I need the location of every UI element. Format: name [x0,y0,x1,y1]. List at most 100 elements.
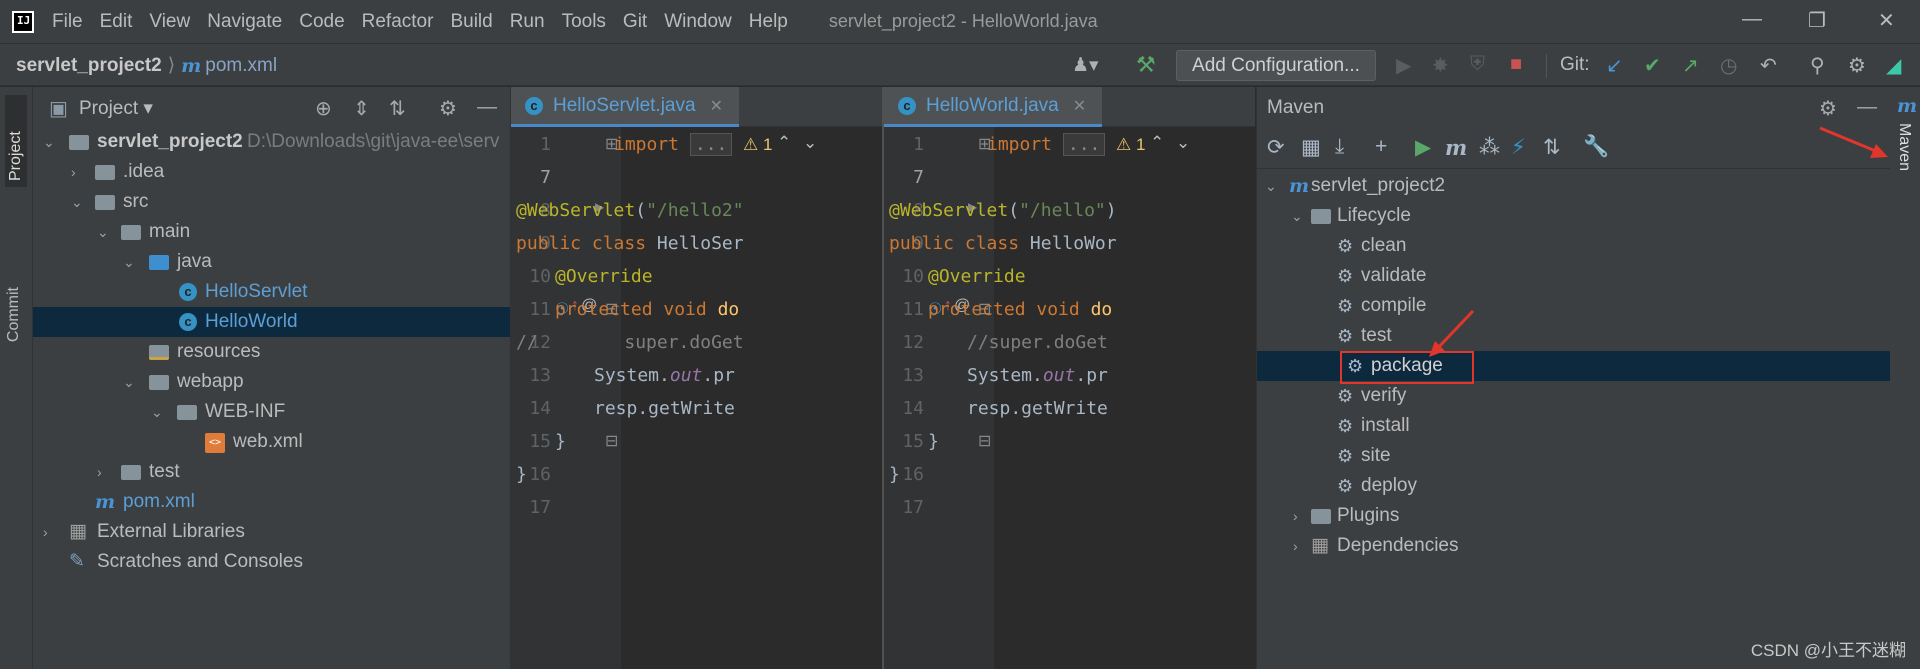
minimize-icon[interactable]: — [1742,8,1762,31]
stop-icon[interactable]: ■ [1510,53,1522,76]
tree-node-resources[interactable]: resources [33,337,510,367]
tree-node-scratches[interactable]: ✎ Scratches and Consoles [33,547,510,577]
menu-view[interactable]: View [149,11,190,33]
user-dropdown-icon[interactable]: ♟▾ [1072,54,1099,77]
chevron-right-icon[interactable]: › [97,457,102,487]
tree-node-helloworld[interactable]: c HelloWorld [33,307,510,337]
tree-node-test[interactable]: › test [33,457,510,487]
reload-icon[interactable]: ⟳ [1267,135,1285,160]
restore-icon[interactable]: ❐ [1808,8,1826,33]
chevron-right-icon[interactable]: › [71,157,76,187]
maven-project-node[interactable]: ⌄ m servlet_project2 [1257,171,1891,201]
folded-imports[interactable]: ... [1062,133,1106,156]
chevron-down-icon[interactable]: ⌄ [123,367,135,397]
tree-node-java[interactable]: ⌄ java [33,247,510,277]
chevron-down-icon[interactable]: ⌄ [1265,171,1277,201]
chevron-right-icon[interactable]: › [1293,501,1298,531]
settings-gear-icon[interactable]: ⚙ [1848,53,1866,78]
tab-helloservlet[interactable]: c HelloServlet.java ✕ [511,87,739,127]
maven-goal-site[interactable]: ⚙ site [1257,441,1891,471]
add-configuration-button[interactable]: Add Configuration... [1176,50,1376,81]
options-gear-icon[interactable]: ⚙ [439,96,457,121]
project-view-dropdown[interactable]: Project ▾ [79,97,153,120]
hide-panel-icon[interactable]: — [477,96,497,119]
maven-goal-deploy[interactable]: ⚙ deploy [1257,471,1891,501]
tree-node-webapp[interactable]: ⌄ webapp [33,367,510,397]
maven-goal-clean[interactable]: ⚙ clean [1257,231,1891,261]
maven-goal-test[interactable]: ⚙ test [1257,321,1891,351]
fold-marker-icon[interactable]: ⊟ [978,431,991,451]
next-highlight-icon[interactable]: ⌄ [803,133,817,153]
chevron-right-icon[interactable]: › [1293,531,1298,561]
maven-goal-validate[interactable]: ⚙ validate [1257,261,1891,291]
intellij-logo-icon[interactable]: IJ [12,10,34,33]
warning-indicator[interactable]: ⚠ 1 [1116,135,1145,155]
toggle-offline-icon[interactable]: ⁂ [1479,135,1500,160]
toolbox-icon[interactable]: ◢ [1886,53,1901,78]
build-hammer-icon[interactable]: ⚒ [1136,52,1156,78]
folded-imports[interactable]: ... [689,133,733,156]
debug-icon[interactable]: ✸ [1432,53,1449,78]
tree-node-servlet-project2[interactable]: ⌄ servlet_project2 D:\Downloads\git\java… [33,127,510,157]
add-project-icon[interactable]: + [1375,135,1387,159]
menu-file[interactable]: File [52,11,83,33]
menu-tools[interactable]: Tools [562,11,606,33]
run-icon[interactable]: ▶ [1396,53,1411,78]
menu-run[interactable]: Run [510,11,545,33]
commit-tool-tab[interactable]: Commit [5,287,23,342]
tree-node-idea[interactable]: › .idea [33,157,510,187]
skip-tests-icon[interactable]: ⚡ [1511,135,1526,160]
maven-goal-verify[interactable]: ⚙ verify [1257,381,1891,411]
tree-node-src[interactable]: ⌄ src [33,187,510,217]
close-tab-icon[interactable]: ✕ [710,96,723,116]
chevron-down-icon[interactable]: ⌄ [97,217,109,247]
locate-file-icon[interactable]: ⊕ [315,96,332,121]
rollback-icon[interactable]: ↶ [1760,53,1777,78]
tree-node-helloservlet[interactable]: c HelloServlet [33,277,510,307]
collapse-all-icon[interactable]: ⇅ [389,96,406,121]
tree-node-pom-xml[interactable]: m pom.xml [33,487,510,517]
chevron-down-icon[interactable]: ⌄ [123,247,135,277]
chevron-down-icon[interactable]: ⌄ [1291,201,1303,231]
maven-settings-wrench-icon[interactable]: 🔧 [1583,135,1609,159]
tab-helloworld[interactable]: c HelloWorld.java ✕ [884,87,1103,127]
menu-refactor[interactable]: Refactor [362,11,434,33]
options-gear-icon[interactable]: ⚙ [1819,96,1837,121]
fold-marker-icon[interactable]: ⊟ [605,431,618,451]
maven-lifecycle-node[interactable]: ⌄ Lifecycle [1257,201,1891,231]
chevron-down-icon[interactable]: ⌄ [71,187,83,217]
chevron-down-icon[interactable]: ⌄ [151,397,163,427]
hide-panel-icon[interactable]: — [1857,96,1877,119]
menu-edit[interactable]: Edit [100,11,133,33]
tree-node-external-libraries[interactable]: › ▦ External Libraries [33,517,510,547]
project-tool-tab[interactable]: Project [5,95,27,187]
next-highlight-icon[interactable]: ⌄ [1176,133,1190,153]
tree-node-main[interactable]: ⌄ main [33,217,510,247]
menu-code[interactable]: Code [299,11,344,33]
expand-all-icon[interactable]: ⇕ [353,96,370,121]
maven-goal-compile[interactable]: ⚙ compile [1257,291,1891,321]
breadcrumb-project[interactable]: servlet_project2 [16,55,162,77]
run-goal-icon[interactable]: ▶ [1415,135,1431,160]
previous-highlight-icon[interactable]: ⌃ [777,133,791,153]
menu-window[interactable]: Window [664,11,732,33]
editor-helloworld[interactable]: c HelloWorld.java ✕ 1 7 8 9 10 11 12 13 … [884,87,1255,669]
close-icon[interactable]: ✕ [1878,8,1895,33]
editor-helloservlet[interactable]: c HelloServlet.java ✕ 1 7 8 9 10 11 12 1… [511,87,882,669]
chevron-down-icon[interactable]: ⌄ [43,127,55,157]
git-push-icon[interactable]: ↗ [1682,53,1699,78]
maven-dependencies-node[interactable]: › ▦ Dependencies [1257,531,1891,561]
collapse-all-icon[interactable]: ⇅ [1543,135,1561,160]
chevron-right-icon[interactable]: › [43,517,48,547]
git-commit-icon[interactable]: ✔ [1644,53,1661,78]
menu-help[interactable]: Help [749,11,788,33]
breadcrumb-file[interactable]: pom.xml [205,55,277,77]
tree-node-web-inf[interactable]: ⌄ WEB-INF [33,397,510,427]
previous-highlight-icon[interactable]: ⌃ [1150,133,1164,153]
menu-navigate[interactable]: Navigate [207,11,282,33]
git-history-icon[interactable]: ◷ [1720,53,1737,78]
close-tab-icon[interactable]: ✕ [1073,96,1086,116]
search-icon[interactable]: ⚲ [1810,53,1825,78]
menu-git[interactable]: Git [623,11,647,33]
warning-indicator[interactable]: ⚠ 1 [743,135,772,155]
